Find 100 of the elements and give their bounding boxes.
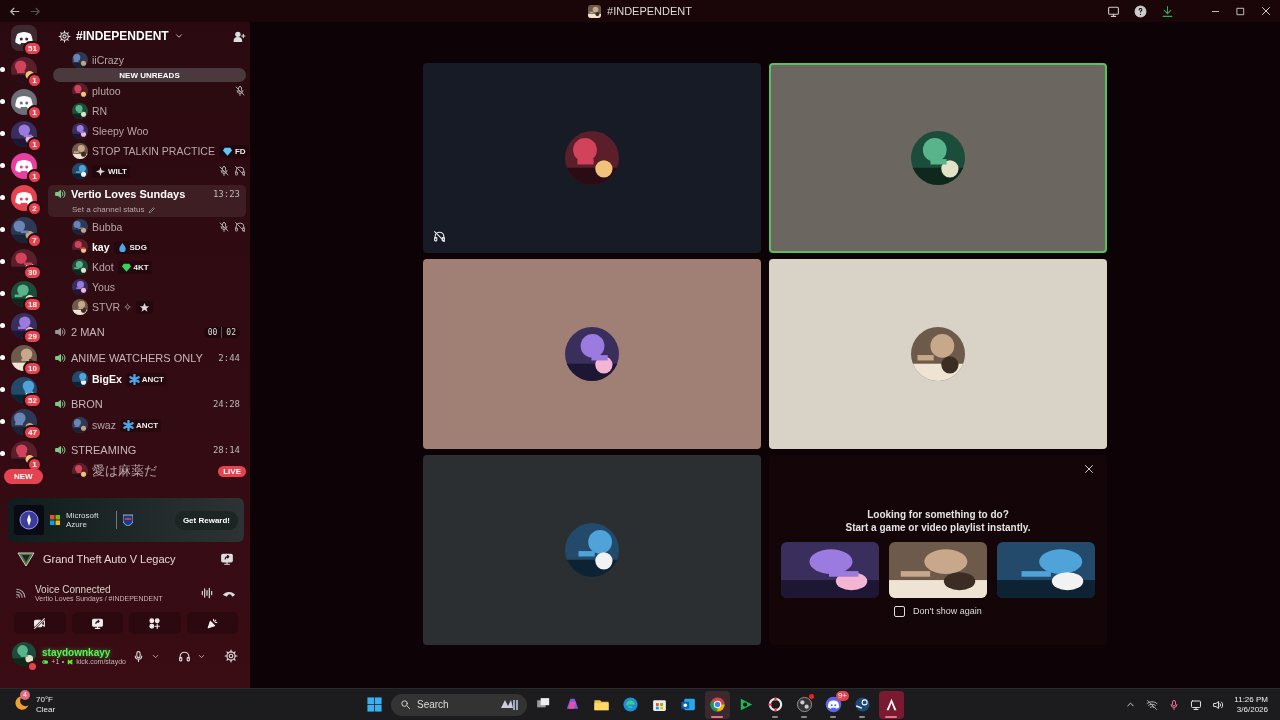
member-name[interactable]: STOP TALKIN PRACTICE [92, 145, 215, 157]
screen-icon [1107, 4, 1120, 18]
member-name[interactable]: Kdot [92, 261, 114, 273]
user-limit: 00 02 [203, 326, 240, 338]
mention-count: 30 [23, 265, 42, 280]
channel-status[interactable]: Set a channel status [72, 205, 145, 214]
video-tile[interactable] [423, 63, 761, 253]
microphone-icon [132, 649, 145, 663]
screen-share-icon [90, 616, 104, 630]
server-name[interactable]: #INDEPENDENT [76, 29, 169, 43]
play-icon [738, 696, 755, 713]
server-tag: WILT [92, 164, 130, 178]
server-tag: FD [218, 144, 249, 158]
new-servers-pill[interactable]: NEW [4, 469, 43, 484]
mail-icon [680, 696, 697, 713]
get-reward-button[interactable]: Get Reward! [174, 510, 238, 530]
mention-count: 47 [23, 425, 42, 440]
member-name[interactable]: plutoo [92, 85, 121, 97]
activities-button[interactable] [129, 612, 181, 634]
game-launcher-icon [854, 696, 871, 713]
camera-off-button[interactable] [14, 612, 66, 634]
shield-icon [123, 514, 133, 526]
chat-app-icon [825, 696, 842, 713]
activities-icon [148, 616, 162, 630]
server-logo-icon[interactable] [11, 89, 37, 115]
signal-icon [14, 586, 27, 600]
temperature: 70°F [36, 694, 54, 705]
voice-channel[interactable]: 2 MAN 00 02 [48, 321, 246, 343]
new-unreads-pill[interactable]: NEW UNREADS [53, 68, 246, 82]
sparkle-icon [95, 165, 106, 177]
screen-share-button[interactable] [71, 612, 123, 634]
call-timer: 2:44 [218, 353, 240, 363]
mention-count: 52 [23, 393, 42, 408]
clock-time: 11:26 PM [1234, 694, 1268, 705]
close-icon [1260, 5, 1272, 17]
voice-status[interactable]: Voice Connected [35, 584, 192, 595]
chrome-taskbar-button[interactable] [705, 690, 730, 719]
camera-off-icon [33, 616, 47, 630]
member-name[interactable]: 愛は麻薬だ [92, 462, 157, 480]
discord-taskbar-button[interactable]: 9+ [821, 690, 846, 719]
browser-icon [709, 696, 726, 713]
display-icon [1190, 698, 1203, 711]
member-name[interactable]: Yous [92, 281, 115, 293]
soundboard-button[interactable] [186, 612, 238, 634]
call-timer: 28:14 [212, 445, 240, 455]
member-name[interactable]: STVR ✧ [92, 301, 132, 313]
member-name[interactable]: RN [92, 105, 108, 117]
windows-logo-icon [50, 515, 60, 525]
server-badge-icon [58, 29, 71, 43]
voice-channel[interactable]: Vertio Loves Sundays 13:23 Set a channel status [48, 185, 246, 217]
voice-channel[interactable]: ANIME WATCHERS ONLY 2:44 [48, 347, 246, 369]
voice-channel[interactable]: BRON 24:28 [48, 393, 246, 415]
settings-icon [224, 649, 238, 663]
ring-icon [767, 696, 784, 713]
notification-badge: 9+ [835, 690, 849, 701]
pencil-icon [147, 205, 156, 214]
member-name[interactable]: kay [92, 241, 110, 253]
record-icon [796, 696, 813, 713]
video-tile[interactable] [769, 259, 1107, 449]
server-logo-icon[interactable] [11, 185, 37, 211]
member-name[interactable]: BigEx [92, 373, 122, 385]
invite-icon [233, 29, 246, 43]
game-logo-icon [16, 551, 36, 567]
video-tile[interactable] [423, 259, 761, 449]
headphones-icon [178, 649, 191, 663]
help-icon [1134, 4, 1147, 18]
search-field[interactable]: Search [391, 693, 527, 716]
mention-count: 10 [23, 361, 42, 376]
clock-date: 3/6/2026 [1236, 704, 1268, 715]
checkbox[interactable] [894, 605, 906, 617]
soundboard-icon [205, 616, 219, 630]
download-icon [1161, 4, 1174, 18]
mention-count: 1 [27, 169, 42, 184]
server-logo-icon[interactable] [11, 25, 37, 51]
member-name[interactable]: Sleepy Woo [92, 125, 149, 137]
browser-icon [622, 696, 639, 713]
mention-count: 29 [23, 329, 42, 344]
game-title: Grand Theft Auto V Legacy [43, 553, 176, 565]
video-tile[interactable] [423, 455, 761, 645]
video-tile[interactable] [769, 63, 1107, 253]
kick-logo-icon [66, 657, 74, 666]
panel-subheading: Start a game or video playlist instantly. [845, 520, 1031, 534]
microphone-icon [1168, 698, 1181, 711]
mention-count: 18 [23, 297, 42, 312]
checkbox-label[interactable]: Don't show again [913, 606, 982, 616]
server-logo-icon[interactable] [11, 153, 37, 179]
username[interactable]: staydownkayy [42, 646, 126, 658]
stream-game-icon [220, 552, 234, 566]
call-timer: 13:23 [212, 189, 240, 199]
member-name[interactable]: swaz [92, 419, 116, 431]
member-name[interactable]: Bubba [92, 221, 123, 233]
launcher-taskbar-button[interactable] [879, 690, 904, 719]
server-tag: ANCT [119, 418, 162, 432]
maximize-icon [1235, 5, 1246, 17]
weather-condition: Clear [36, 704, 56, 715]
chevron-icon [173, 31, 184, 41]
voice-channel[interactable]: STREAMING 28:14 [48, 439, 246, 461]
member-name[interactable]: iiCrazy [92, 54, 125, 66]
mention-count: 1 [27, 137, 42, 152]
quest-logo-icon [14, 505, 44, 535]
